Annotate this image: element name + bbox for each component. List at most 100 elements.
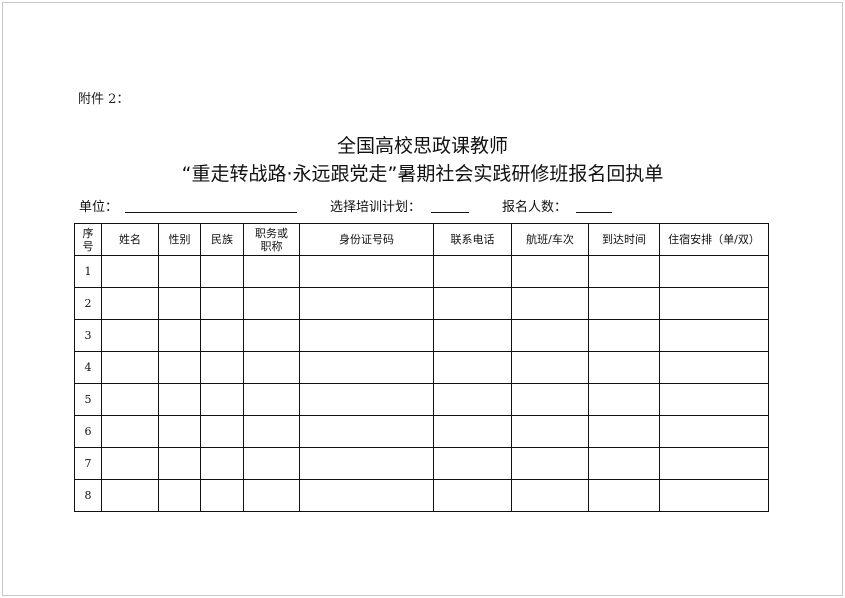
cell-title[interactable] — [243, 287, 300, 320]
cell-id-number[interactable] — [299, 415, 434, 448]
table-row: 3 — [74, 319, 769, 352]
cell-arrival-time[interactable] — [588, 351, 660, 384]
cell-name[interactable] — [101, 415, 159, 448]
cell-gender[interactable] — [158, 479, 201, 512]
cell-flight-train[interactable] — [511, 447, 589, 480]
cell-name[interactable] — [101, 255, 159, 288]
cell-phone[interactable] — [433, 319, 512, 352]
cell-arrival-time[interactable] — [588, 383, 660, 416]
header-index: 序号 — [74, 223, 102, 256]
cell-title[interactable] — [243, 415, 300, 448]
cell-ethnicity[interactable] — [200, 287, 244, 320]
table-row: 2 — [74, 287, 769, 320]
cell-id-number[interactable] — [299, 255, 434, 288]
cell-phone[interactable] — [433, 383, 512, 416]
cell-arrival-time[interactable] — [588, 319, 660, 352]
header-id-number: 身份证号码 — [299, 223, 434, 256]
count-blank[interactable] — [576, 212, 612, 213]
cell-lodging[interactable] — [659, 319, 769, 352]
row-index: 7 — [74, 447, 102, 480]
cell-arrival-time[interactable] — [588, 255, 660, 288]
cell-id-number[interactable] — [299, 287, 434, 320]
count-label: 报名人数： — [502, 200, 568, 215]
cell-name[interactable] — [101, 287, 159, 320]
cell-phone[interactable] — [433, 287, 512, 320]
document-title-line-1: 全国高校思政课教师 — [336, 135, 508, 157]
cell-title[interactable] — [243, 383, 300, 416]
header-ethnicity: 民族 — [200, 223, 244, 256]
row-index: 6 — [74, 415, 102, 448]
cell-arrival-time[interactable] — [588, 447, 660, 480]
cell-id-number[interactable] — [299, 447, 434, 480]
cell-gender[interactable] — [158, 287, 201, 320]
table-row: 4 — [74, 351, 769, 384]
cell-flight-train[interactable] — [511, 351, 589, 384]
cell-lodging[interactable] — [659, 415, 769, 448]
cell-phone[interactable] — [433, 255, 512, 288]
cell-title[interactable] — [243, 351, 300, 384]
cell-phone[interactable] — [433, 415, 512, 448]
plan-label: 选择培训计划： — [330, 200, 422, 215]
table-row: 6 — [74, 415, 769, 448]
cell-title[interactable] — [243, 479, 300, 512]
cell-gender[interactable] — [158, 351, 201, 384]
cell-id-number[interactable] — [299, 319, 434, 352]
table-row: 5 — [74, 383, 769, 416]
cell-flight-train[interactable] — [511, 383, 589, 416]
cell-title[interactable] — [243, 255, 300, 288]
cell-lodging[interactable] — [659, 287, 769, 320]
cell-flight-train[interactable] — [511, 287, 589, 320]
cell-title[interactable] — [243, 319, 300, 352]
header-phone: 联系电话 — [433, 223, 512, 256]
cell-lodging[interactable] — [659, 479, 769, 512]
registration-table: 序号 姓名 性别 民族 职务或职称 身份证号码 联系电话 航班/车次 到达时间 … — [74, 223, 769, 512]
attachment-label: 附件 2： — [78, 92, 130, 107]
cell-id-number[interactable] — [299, 479, 434, 512]
cell-flight-train[interactable] — [511, 255, 589, 288]
cell-arrival-time[interactable] — [588, 479, 660, 512]
cell-gender[interactable] — [158, 415, 201, 448]
plan-blank[interactable] — [431, 212, 469, 213]
cell-phone[interactable] — [433, 479, 512, 512]
cell-name[interactable] — [101, 447, 159, 480]
cell-title[interactable] — [243, 447, 300, 480]
cell-gender[interactable] — [158, 255, 201, 288]
cell-flight-train[interactable] — [511, 415, 589, 448]
cell-lodging[interactable] — [659, 351, 769, 384]
cell-gender[interactable] — [158, 383, 201, 416]
cell-name[interactable] — [101, 383, 159, 416]
unit-blank[interactable] — [125, 212, 297, 213]
cell-phone[interactable] — [433, 447, 512, 480]
cell-phone[interactable] — [433, 351, 512, 384]
table-header-row: 序号 姓名 性别 民族 职务或职称 身份证号码 联系电话 航班/车次 到达时间 … — [74, 223, 769, 256]
table-row: 7 — [74, 447, 769, 480]
cell-gender[interactable] — [158, 319, 201, 352]
cell-flight-train[interactable] — [511, 319, 589, 352]
cell-name[interactable] — [101, 319, 159, 352]
cell-arrival-time[interactable] — [588, 287, 660, 320]
row-index: 5 — [74, 383, 102, 416]
cell-ethnicity[interactable] — [200, 255, 244, 288]
cell-ethnicity[interactable] — [200, 415, 244, 448]
cell-name[interactable] — [101, 479, 159, 512]
cell-arrival-time[interactable] — [588, 415, 660, 448]
cell-id-number[interactable] — [299, 351, 434, 384]
cell-lodging[interactable] — [659, 383, 769, 416]
cell-flight-train[interactable] — [511, 479, 589, 512]
cell-ethnicity[interactable] — [200, 479, 244, 512]
cell-gender[interactable] — [158, 447, 201, 480]
row-index: 2 — [74, 287, 102, 320]
cell-ethnicity[interactable] — [200, 447, 244, 480]
cell-name[interactable] — [101, 351, 159, 384]
cell-lodging[interactable] — [659, 447, 769, 480]
cell-lodging[interactable] — [659, 255, 769, 288]
table-row: 8 — [74, 479, 769, 512]
table-row: 1 — [74, 255, 769, 288]
cell-ethnicity[interactable] — [200, 383, 244, 416]
cell-ethnicity[interactable] — [200, 319, 244, 352]
header-title: 职务或职称 — [243, 223, 300, 256]
cell-id-number[interactable] — [299, 383, 434, 416]
unit-label: 单位： — [79, 200, 119, 215]
row-index: 4 — [74, 351, 102, 384]
cell-ethnicity[interactable] — [200, 351, 244, 384]
